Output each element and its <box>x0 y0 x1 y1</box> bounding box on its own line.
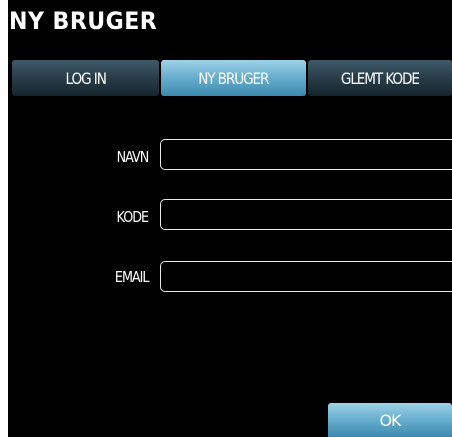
tab-log-in[interactable]: LOG IN <box>12 60 159 96</box>
tab-new-user-label: NY BRUGER <box>198 68 269 88</box>
page-title: NY BRUGER <box>9 7 158 35</box>
ok-button-label: OK <box>379 410 401 430</box>
tab-forgot-password[interactable]: GLEMT KODE <box>308 60 452 96</box>
password-field[interactable] <box>160 199 452 230</box>
tab-forgot-password-label: GLEMT KODE <box>341 68 420 88</box>
tab-log-in-label: LOG IN <box>65 68 106 88</box>
name-label: NAVN <box>116 148 149 166</box>
ok-button[interactable]: OK <box>328 403 452 437</box>
email-label: EMAIL <box>114 268 149 286</box>
email-field[interactable] <box>160 261 452 292</box>
name-field[interactable] <box>160 139 452 170</box>
password-label: KODE <box>116 208 149 226</box>
new-user-panel: NY BRUGER LOG IN NY BRUGER GLEMT KODE NA… <box>8 0 452 437</box>
tab-new-user[interactable]: NY BRUGER <box>161 60 306 96</box>
